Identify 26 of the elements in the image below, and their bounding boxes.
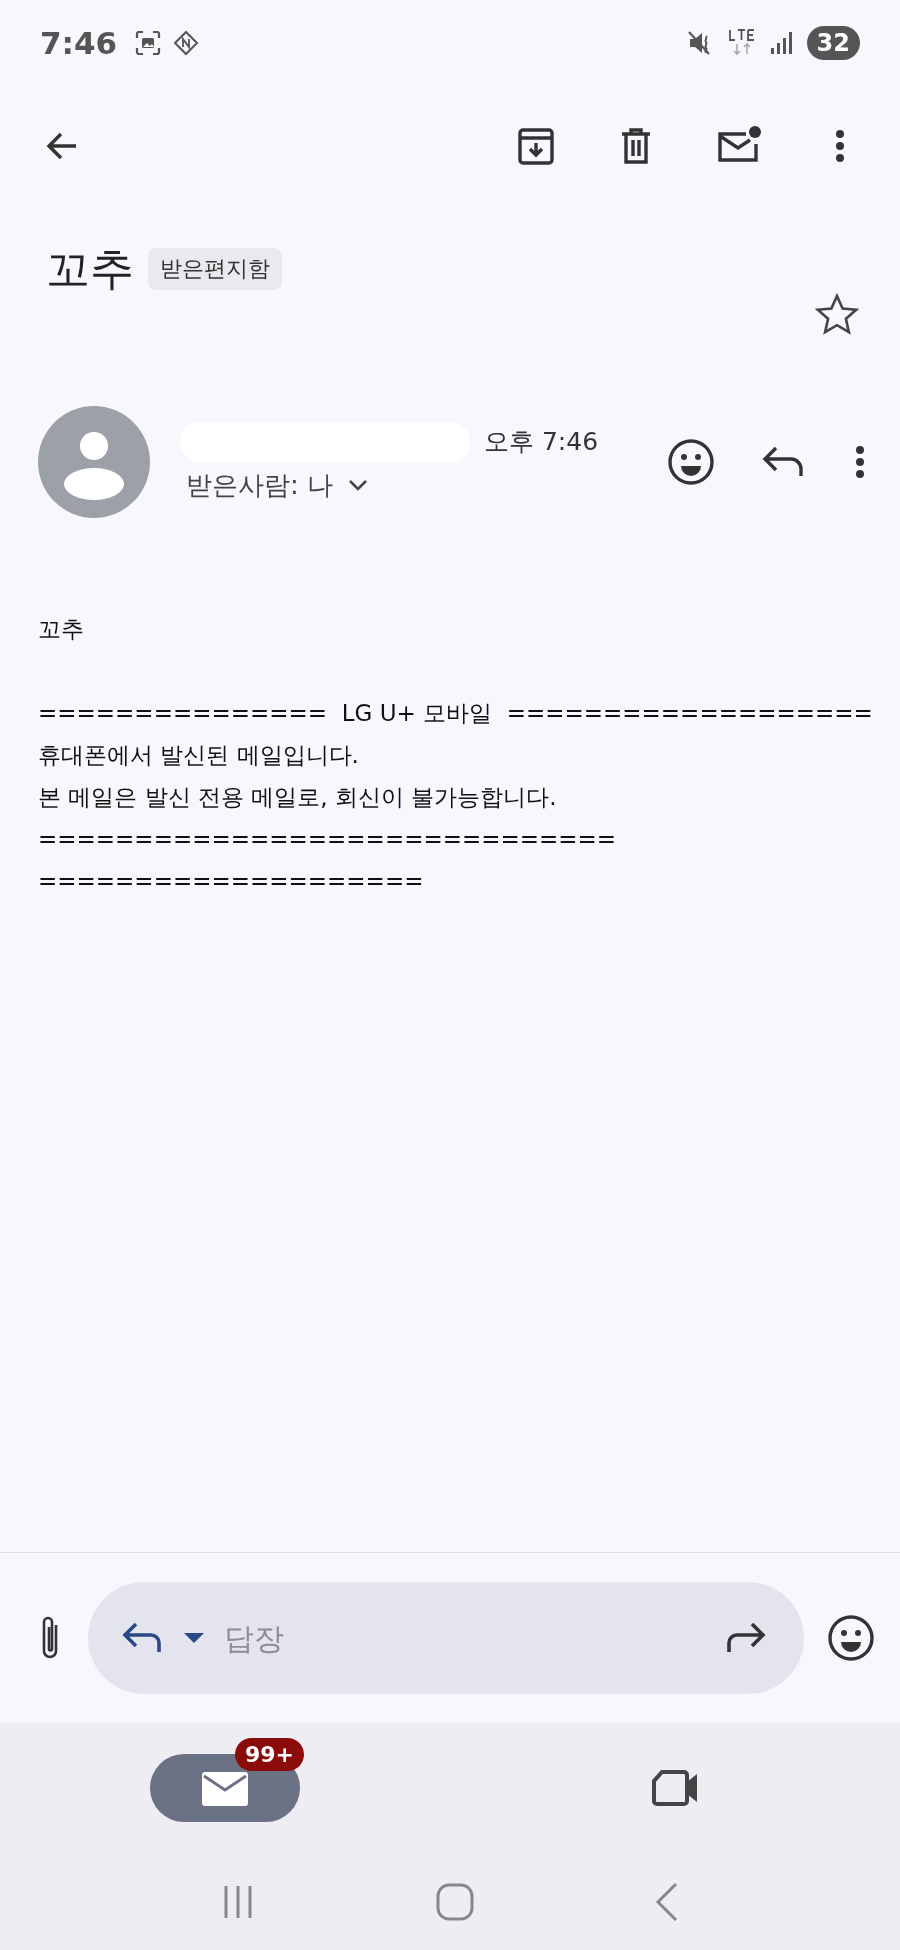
video-icon xyxy=(650,1768,700,1808)
body-text-line: ==================== xyxy=(38,867,424,896)
lte-icon xyxy=(726,28,757,58)
body-text-line: ============================== xyxy=(38,825,617,854)
body-text-line: 휴대폰에서 발신된 메일입니다. xyxy=(38,741,359,770)
battery-indicator: 32 xyxy=(806,26,860,60)
emoji-button[interactable] xyxy=(826,1613,876,1663)
unread-count-badge: 99+ xyxy=(235,1738,305,1771)
emoji-react-button[interactable] xyxy=(666,437,716,487)
chevron-down-icon[interactable] xyxy=(347,478,370,492)
email-subject: 꼬추 xyxy=(46,241,134,296)
nfc-icon xyxy=(173,30,200,56)
greeting-text: 꼬추 xyxy=(38,615,84,644)
body-text-line: =============== LG U+ 모바일 =================== xyxy=(38,699,873,728)
signal-icon xyxy=(768,30,795,56)
status-time: 7:46 xyxy=(40,25,118,61)
dropdown-caret-icon[interactable] xyxy=(182,1631,206,1645)
reply-field[interactable]: 답장 xyxy=(222,1619,706,1657)
message-time: 오후 7:46 xyxy=(484,426,599,458)
recipient-toggle[interactable]: 받은사람: 나 xyxy=(186,467,370,503)
avatar-icon xyxy=(38,406,150,518)
star-button[interactable] xyxy=(814,292,860,338)
screenshot-icon xyxy=(135,30,162,56)
folder-label: 받은편지함 xyxy=(148,248,282,290)
body-text-line: 본 메일은 발신 전용 메일로, 회신이 불가능합니다. xyxy=(38,783,557,812)
home-button[interactable] xyxy=(435,1881,475,1922)
